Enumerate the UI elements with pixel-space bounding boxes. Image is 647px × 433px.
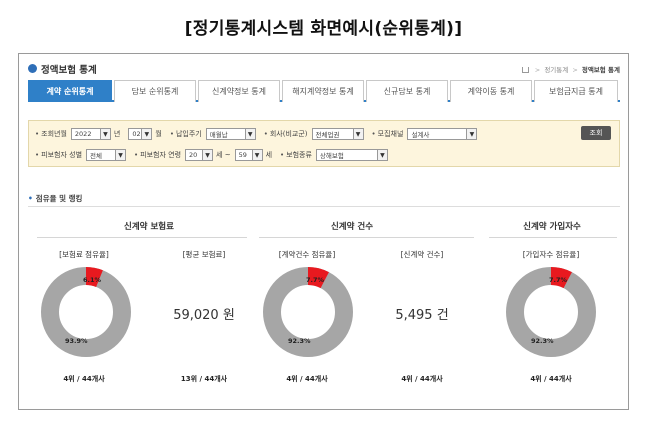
filter-panel: 조회년월 2022▼ 년 02▼ 월 납입주기 매월납▼ 회사(비교군) 전체업…: [28, 120, 620, 167]
tab-bar: 계약 순위통계 담보 순위통계 신계약정보 통계 해지계약정보 통계 신규담보 …: [28, 80, 620, 102]
company-label: 회사(비교군): [264, 129, 308, 139]
tab-claim-payment[interactable]: 보험금지급 통계: [534, 80, 618, 102]
chevron-down-icon: ▼: [202, 150, 213, 160]
company-select[interactable]: 전체업권 ▼: [311, 128, 364, 140]
premium-share-rank: 4위 / 44개사: [63, 375, 105, 383]
payment-label: 납입주기: [170, 129, 202, 139]
year-label: 조회년월: [35, 129, 67, 139]
breadcrumb-current: 정액보험 통계: [581, 66, 620, 74]
subscriber-rest-pct: 92.3%: [531, 337, 554, 345]
channel-label: 모집채널: [372, 129, 404, 139]
breadcrumb-item[interactable]: 정기통계: [544, 66, 568, 74]
group-divider: [259, 237, 474, 238]
count-share-rank: 4위 / 44개사: [286, 375, 328, 383]
tab-contract-rank[interactable]: 계약 순위통계: [28, 80, 112, 102]
breadcrumb: > 정기통계 > 정액보험 통계: [521, 64, 620, 74]
group-divider: [37, 237, 247, 238]
tab-contract-transfer[interactable]: 계약이동 통계: [450, 80, 532, 102]
home-icon[interactable]: [521, 67, 529, 73]
chevron-down-icon: ▼: [141, 129, 152, 139]
chevron-down-icon: ▼: [115, 150, 126, 160]
chevron-down-icon: ▼: [99, 129, 110, 139]
search-button[interactable]: 조회: [581, 126, 611, 140]
avg-premium-label: [평균 보험료]: [182, 250, 226, 259]
page-caption: [정기통계시스템 화면예시(순위통계)]: [184, 19, 463, 39]
channel-select[interactable]: 설계사 ▼: [407, 128, 478, 140]
count-rest-pct: 92.3%: [288, 337, 311, 345]
filter-row-2: 피보험자 성별 전체▼ 피보험자 연령 20▼ 세 ~ 59▼ 세 보험종류 상…: [35, 148, 391, 162]
tab-cancellation[interactable]: 해지계약정보 통계: [282, 80, 364, 102]
group-title-premium: 신계약 보험료: [124, 222, 174, 232]
premium-rest-pct: 93.9%: [65, 337, 88, 345]
insurance-type-select[interactable]: 상해보험 ▼: [315, 149, 388, 161]
filter-row-1: 조회년월 2022▼ 년 02▼ 월 납입주기 매월납▼ 회사(비교군) 전체업…: [35, 127, 480, 141]
premium-share-pct: 6.1%: [83, 276, 102, 284]
page-header: 정액보험 통계 > 정기통계 > 정액보험 통계: [28, 61, 620, 77]
chevron-down-icon: ▼: [376, 150, 387, 160]
group-title-count: 신계약 건수: [330, 222, 374, 232]
gender-label: 피보험자 성별: [35, 150, 82, 160]
app-window: 정액보험 통계 > 정기통계 > 정액보험 통계 계약 순위통계 담보 순위통계…: [18, 53, 629, 410]
tab-coverage-rank[interactable]: 담보 순위통계: [114, 80, 196, 102]
page-title: 정액보험 통계: [41, 65, 97, 76]
age-to-select[interactable]: 59 ▼: [234, 149, 263, 161]
group-divider: [489, 237, 617, 238]
group-title-subscribers: 신계약 가입자수: [523, 222, 581, 232]
count-share-label: [계약건수 점유율]: [278, 250, 336, 259]
count-share-pct: 7.7%: [306, 276, 325, 284]
section-title: 점유율 및 랭킹: [28, 193, 83, 204]
subscriber-share-label: [가입자수 점유율]: [522, 250, 580, 259]
tab-new-coverage[interactable]: 신규담보 통계: [366, 80, 448, 102]
year-select[interactable]: 2022 ▼: [70, 128, 111, 140]
avg-premium-rank: 13위 / 44개사: [180, 375, 228, 383]
chevron-down-icon: ▼: [244, 129, 255, 139]
new-contract-count-value: 5,495 건: [395, 308, 449, 323]
month-select[interactable]: 02 ▼: [128, 128, 153, 140]
insurance-type-label: 보험종류: [280, 150, 312, 160]
gender-select[interactable]: 전체 ▼: [86, 149, 127, 161]
chevron-down-icon: ▼: [352, 129, 363, 139]
chevron-down-icon: ▼: [466, 129, 477, 139]
premium-share-label: [보험료 점유율]: [59, 250, 109, 259]
title-bullet-icon: [28, 64, 37, 73]
new-contract-count-rank: 4위 / 44개사: [401, 375, 443, 383]
section-divider: [28, 206, 620, 207]
new-contract-count-label: [신계약 건수]: [400, 250, 444, 259]
subscriber-share-pct: 7.7%: [549, 276, 568, 284]
subscriber-share-rank: 4위 / 44개사: [530, 375, 572, 383]
chevron-down-icon: ▼: [251, 150, 262, 160]
avg-premium-value: 59,020 원: [173, 308, 235, 323]
age-from-select[interactable]: 20 ▼: [185, 149, 214, 161]
age-label: 피보험자 연령: [134, 150, 181, 160]
tab-new-contract[interactable]: 신계약정보 통계: [198, 80, 280, 102]
payment-select[interactable]: 매월납 ▼: [205, 128, 256, 140]
